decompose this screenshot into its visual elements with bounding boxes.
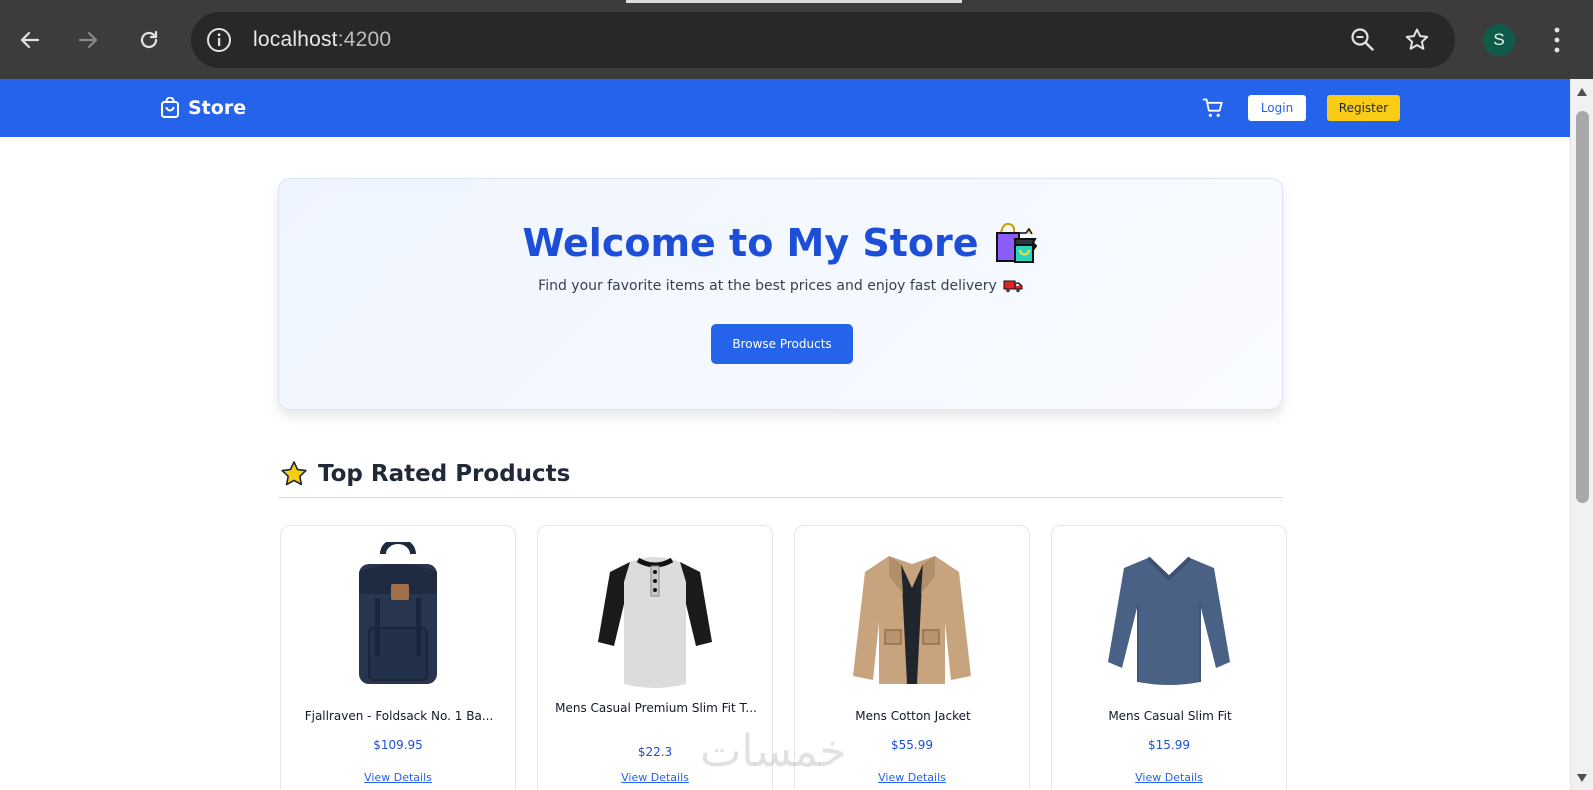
view-details-link[interactable]: View Details — [1052, 771, 1286, 784]
reload-icon — [140, 30, 158, 49]
section-title: Top Rated Products — [318, 461, 571, 487]
bookmark-star-icon[interactable] — [1403, 26, 1431, 54]
browser-menu-icon[interactable] — [1545, 24, 1569, 56]
product-title: Mens Cotton Jacket — [855, 709, 971, 723]
url-host: localhost — [253, 28, 338, 51]
star-emoji-icon — [281, 461, 307, 486]
top-rated-heading: Top Rated Products — [280, 460, 570, 488]
zoom-icon[interactable] — [1349, 26, 1377, 54]
view-details-link[interactable]: View Details — [281, 771, 515, 784]
page-scrollbar[interactable] — [1570, 79, 1593, 790]
site-info-icon[interactable] — [205, 26, 233, 54]
product-title: Fjallraven - Foldsack No. 1 Ba... — [304, 709, 494, 723]
browser-toolbar: localhost:4200 S — [0, 0, 1593, 79]
forward-arrow-icon — [78, 31, 98, 49]
back-button[interactable] — [12, 22, 48, 58]
scroll-thumb[interactable] — [1576, 111, 1589, 503]
watermark-logo: خمسات — [700, 726, 847, 777]
product-card[interactable]: Fjallraven - Foldsack No. 1 Ba... $109.9… — [280, 525, 516, 790]
section-divider — [278, 497, 1283, 498]
product-title: Mens Casual Premium Slim Fit T... — [555, 701, 757, 715]
browse-products-button[interactable]: Browse Products — [711, 324, 853, 364]
address-bar[interactable]: localhost:4200 — [191, 12, 1455, 68]
login-button[interactable]: Login — [1248, 95, 1306, 121]
brand-name: Store — [188, 97, 247, 119]
profile-initial: S — [1493, 30, 1505, 49]
product-price: $109.95 — [373, 738, 423, 752]
profile-avatar[interactable]: S — [1483, 24, 1515, 56]
slim-fit-tee-image — [1108, 556, 1230, 685]
shopping-bag-icon — [161, 97, 179, 118]
hero-title-text: Welcome to My Store — [522, 221, 979, 265]
active-tab-edge — [626, 0, 962, 3]
forward-button[interactable] — [70, 22, 106, 58]
product-card[interactable]: Mens Casual Slim Fit $15.99 View Details — [1051, 525, 1287, 790]
brand-link[interactable]: Store — [160, 97, 246, 119]
hero-title: Welcome to My Store — [279, 221, 1282, 265]
product-title: Mens Casual Slim Fit — [1108, 709, 1232, 723]
reload-button[interactable] — [131, 22, 167, 58]
scroll-up-arrow-icon[interactable] — [1576, 87, 1588, 97]
cart-icon[interactable] — [1202, 97, 1224, 119]
shopping-bags-emoji-icon — [995, 222, 1037, 263]
scroll-down-arrow-icon[interactable] — [1576, 773, 1588, 783]
hero-subtitle: Find your favorite items at the best pri… — [279, 278, 1282, 294]
backpack-image — [359, 542, 437, 684]
delivery-truck-emoji-icon — [1003, 280, 1023, 293]
url-text[interactable]: localhost:4200 — [253, 28, 391, 52]
back-arrow-icon — [20, 31, 40, 49]
cotton-jacket-image — [853, 556, 971, 684]
app-header: Store Login Register — [0, 79, 1570, 137]
hero-subtitle-text: Find your favorite items at the best pri… — [538, 278, 997, 294]
register-button[interactable]: Register — [1327, 95, 1400, 121]
url-port: :4200 — [337, 28, 392, 51]
product-price: $15.99 — [1148, 738, 1190, 752]
henley-shirt-image — [598, 557, 712, 688]
hero-banner: Welcome to My Store Find your favorite i… — [278, 178, 1283, 410]
